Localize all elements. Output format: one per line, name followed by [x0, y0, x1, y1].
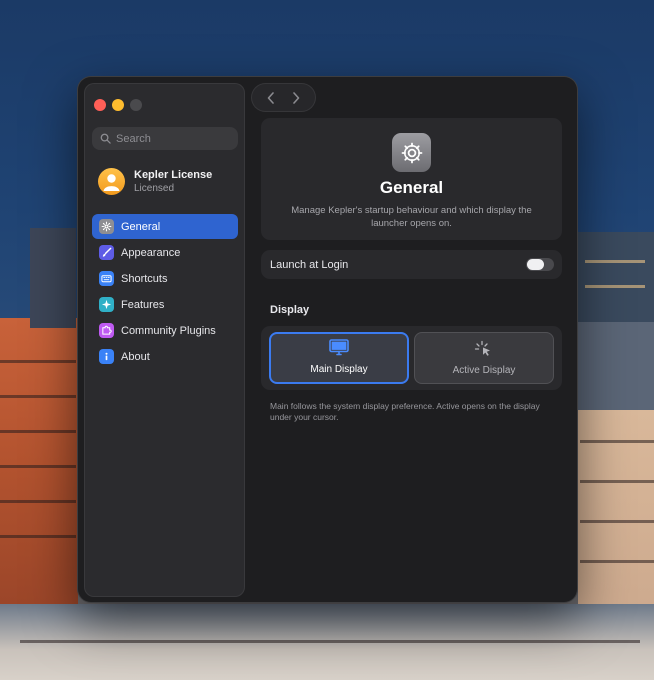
page-description: Manage Kepler's startup behaviour and wh… — [291, 205, 532, 229]
person-icon — [98, 168, 125, 195]
sidebar-item-label: Shortcuts — [121, 272, 168, 285]
sidebar-item-label: Appearance — [121, 246, 181, 259]
search-icon — [100, 133, 111, 144]
wallpaper-window-row — [580, 560, 654, 563]
monitor-icon — [329, 339, 349, 356]
sidebar-nav: General Appearance Shortcuts Features Co… — [92, 214, 238, 370]
launch-at-login-label: Launch at Login — [270, 258, 349, 271]
search-field[interactable] — [92, 127, 238, 150]
wallpaper-building-right-tower — [578, 232, 654, 332]
sidebar-item-label: About — [121, 350, 150, 363]
info-icon — [99, 349, 114, 364]
launch-at-login-row: Launch at Login — [261, 250, 562, 279]
back-button[interactable] — [261, 88, 281, 108]
sidebar-item-label: Features — [121, 298, 165, 311]
chevron-right-icon — [293, 91, 300, 104]
sidebar-item-label: Community Plugins — [121, 324, 216, 337]
puzzle-icon — [99, 323, 114, 338]
wallpaper-building-left-tower — [30, 228, 76, 328]
sidebar-item-shortcuts[interactable]: Shortcuts — [92, 266, 238, 291]
wallpaper-window-row — [0, 430, 76, 433]
wallpaper-window-row — [585, 260, 645, 263]
search-input[interactable] — [116, 132, 226, 145]
sidebar: Kepler License Licensed General Appearan… — [84, 83, 245, 597]
keyboard-icon — [99, 271, 114, 286]
gear-icon — [99, 219, 114, 234]
wallpaper-window-row — [0, 395, 76, 398]
chevron-left-icon — [267, 91, 274, 104]
license-status: Licensed — [134, 183, 175, 194]
close-button[interactable] — [94, 99, 106, 111]
sparkles-icon — [99, 297, 114, 312]
wallpaper-window-row — [580, 480, 654, 483]
zoom-button[interactable] — [130, 99, 142, 111]
sidebar-item-features[interactable]: Features — [92, 292, 238, 317]
wallpaper-building-right-mid — [578, 322, 654, 422]
wallpaper-window-row — [580, 520, 654, 523]
sidebar-item-about[interactable]: About — [92, 344, 238, 369]
cursor-icon — [474, 340, 490, 356]
wallpaper-window-row — [20, 640, 640, 643]
forward-button[interactable] — [286, 88, 306, 108]
minimize-button[interactable] — [112, 99, 124, 111]
wallpaper-window-row — [580, 440, 654, 443]
window-controls — [94, 99, 142, 111]
wallpaper-window-row — [585, 285, 645, 288]
license-name: Kepler License — [134, 169, 213, 181]
paintbrush-icon — [99, 245, 114, 260]
sidebar-item-label: General — [121, 220, 161, 233]
display-note: Main follows the system display preferen… — [270, 401, 540, 422]
wallpaper-window-row — [0, 465, 76, 468]
wallpaper-window-row — [0, 360, 76, 363]
gear-icon — [392, 133, 431, 172]
general-header-card: General Manage Kepler's startup behaviou… — [261, 118, 562, 240]
main-display-option[interactable]: Main Display — [269, 332, 409, 384]
launch-at-login-toggle[interactable] — [526, 258, 554, 271]
wallpaper-window-row — [0, 500, 76, 503]
main-display-label: Main Display — [310, 364, 368, 375]
settings-window: Kepler License Licensed General Appearan… — [77, 76, 578, 603]
active-display-option[interactable]: Active Display — [414, 332, 554, 384]
page-title: General — [379, 178, 444, 197]
sidebar-item-community-plugins[interactable]: Community Plugins — [92, 318, 238, 343]
display-options: Main Display Active Display — [261, 326, 562, 390]
sidebar-item-general[interactable]: General — [92, 214, 238, 239]
wallpaper-window-row — [0, 535, 76, 538]
sidebar-item-appearance[interactable]: Appearance — [92, 240, 238, 265]
display-section-title: Display — [270, 304, 310, 316]
license-item[interactable]: Kepler License Licensed — [98, 168, 212, 195]
navigation-buttons — [251, 83, 316, 112]
active-display-label: Active Display — [452, 365, 516, 376]
